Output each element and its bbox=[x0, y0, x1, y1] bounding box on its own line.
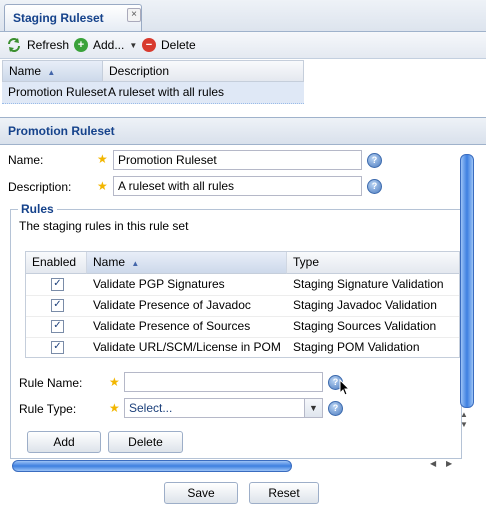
refresh-button[interactable]: Refresh bbox=[6, 36, 69, 54]
add-label: Add... bbox=[93, 38, 125, 52]
column-header-type[interactable]: Type bbox=[287, 252, 459, 274]
column-header-description[interactable]: Description bbox=[102, 60, 304, 82]
delete-label: Delete bbox=[161, 38, 196, 52]
tab-staging-ruleset[interactable]: Staging Ruleset × bbox=[4, 4, 142, 31]
sort-asc-icon: ▲ bbox=[47, 68, 56, 77]
scrollbar-thumb[interactable] bbox=[12, 460, 292, 472]
panel-header: Promotion Ruleset bbox=[0, 117, 486, 145]
add-button[interactable]: + Add... ▼ bbox=[74, 36, 137, 54]
rule-name: Validate PGP Signatures bbox=[93, 277, 225, 291]
delete-button[interactable]: − Delete bbox=[142, 36, 196, 54]
sort-asc-icon: ▲ bbox=[131, 259, 140, 268]
panel-title: Promotion Ruleset bbox=[8, 124, 115, 138]
help-icon[interactable]: ? bbox=[328, 401, 343, 416]
rule-type: Staging Sources Validation bbox=[293, 319, 437, 333]
rule-type: Staging Signature Validation bbox=[293, 277, 444, 291]
help-icon[interactable]: ? bbox=[367, 179, 382, 194]
required-star-icon: ★ bbox=[97, 152, 108, 166]
rule-name: Validate URL/SCM/License in POM bbox=[93, 340, 281, 354]
column-header-name[interactable]: Name ▲ bbox=[2, 60, 103, 82]
rule-name: Validate Presence of Sources bbox=[93, 319, 251, 333]
rule-name: Validate Presence of Javadoc bbox=[93, 298, 251, 312]
scrollbar-thumb[interactable] bbox=[460, 154, 474, 408]
chevron-down-icon[interactable]: ▼ bbox=[304, 399, 322, 417]
help-icon[interactable]: ? bbox=[367, 153, 382, 168]
horizontal-scrollbar[interactable]: ◀ ▶ bbox=[10, 459, 460, 472]
toolbar: Refresh + Add... ▼ − Delete bbox=[0, 32, 486, 59]
scroll-up-icon[interactable]: ▲ bbox=[460, 410, 468, 419]
refresh-icon bbox=[8, 38, 20, 52]
rule-type-label: Rule Type: bbox=[19, 402, 77, 416]
reset-button[interactable]: Reset bbox=[249, 482, 319, 504]
column-header-rule-name[interactable]: Name ▲ bbox=[87, 252, 287, 274]
rules-legend: Rules bbox=[18, 202, 57, 216]
tab-title: Staging Ruleset bbox=[13, 11, 104, 25]
required-star-icon: ★ bbox=[109, 375, 120, 389]
cell-description: A ruleset with all rules bbox=[108, 85, 225, 99]
rule-type: Staging Javadoc Validation bbox=[293, 298, 437, 312]
add-rule-button[interactable]: Add bbox=[27, 431, 101, 453]
description-input[interactable] bbox=[113, 176, 362, 196]
close-icon[interactable]: × bbox=[127, 8, 141, 22]
table-row[interactable]: ✓ Validate PGP Signatures Staging Signat… bbox=[26, 274, 459, 296]
mouse-cursor-icon bbox=[339, 379, 351, 396]
table-row[interactable]: Promotion Ruleset A ruleset with all rul… bbox=[2, 82, 304, 104]
rule-name-label: Rule Name: bbox=[19, 376, 83, 390]
vertical-scrollbar[interactable]: ▲ ▼ bbox=[458, 154, 474, 432]
rules-grid: Enabled Name ▲ Type ✓ Validate PGP Signa… bbox=[25, 251, 460, 358]
rule-type: Staging POM Validation bbox=[293, 340, 420, 354]
enabled-checkbox[interactable]: ✓ bbox=[51, 320, 64, 333]
description-label: Description: bbox=[8, 180, 72, 194]
rule-name-input[interactable] bbox=[124, 372, 323, 392]
scroll-down-icon[interactable]: ▼ bbox=[460, 420, 468, 429]
scroll-right-icon[interactable]: ▶ bbox=[446, 459, 452, 468]
delete-icon: − bbox=[142, 38, 156, 52]
refresh-label: Refresh bbox=[27, 38, 70, 52]
ruleset-grid: Name ▲ Description Promotion Ruleset A r… bbox=[2, 60, 304, 104]
save-button[interactable]: Save bbox=[164, 482, 238, 504]
chevron-down-icon: ▼ bbox=[129, 40, 138, 50]
column-header-enabled[interactable]: Enabled bbox=[26, 252, 87, 274]
cell-name: Promotion Ruleset bbox=[8, 85, 107, 99]
table-row[interactable]: ✓ Validate Presence of Javadoc Staging J… bbox=[26, 295, 459, 317]
enabled-checkbox[interactable]: ✓ bbox=[51, 299, 64, 312]
form-footer: Save Reset bbox=[0, 474, 486, 507]
name-label: Name: bbox=[8, 153, 44, 167]
required-star-icon: ★ bbox=[97, 179, 108, 193]
table-row[interactable]: ✓ Validate URL/SCM/License in POM Stagin… bbox=[26, 337, 459, 358]
add-icon: + bbox=[74, 38, 88, 52]
enabled-checkbox[interactable]: ✓ bbox=[51, 278, 64, 291]
rules-caption: The staging rules in this rule set bbox=[19, 219, 189, 233]
scroll-left-icon[interactable]: ◀ bbox=[430, 459, 436, 468]
tab-strip: Staging Ruleset × bbox=[0, 0, 486, 32]
name-input[interactable] bbox=[113, 150, 362, 170]
delete-rule-button[interactable]: Delete bbox=[108, 431, 183, 453]
table-row[interactable]: ✓ Validate Presence of Sources Staging S… bbox=[26, 316, 459, 338]
rule-type-select[interactable]: Select... ▼ bbox=[124, 398, 323, 418]
required-star-icon: ★ bbox=[109, 401, 120, 415]
enabled-checkbox[interactable]: ✓ bbox=[51, 341, 64, 354]
